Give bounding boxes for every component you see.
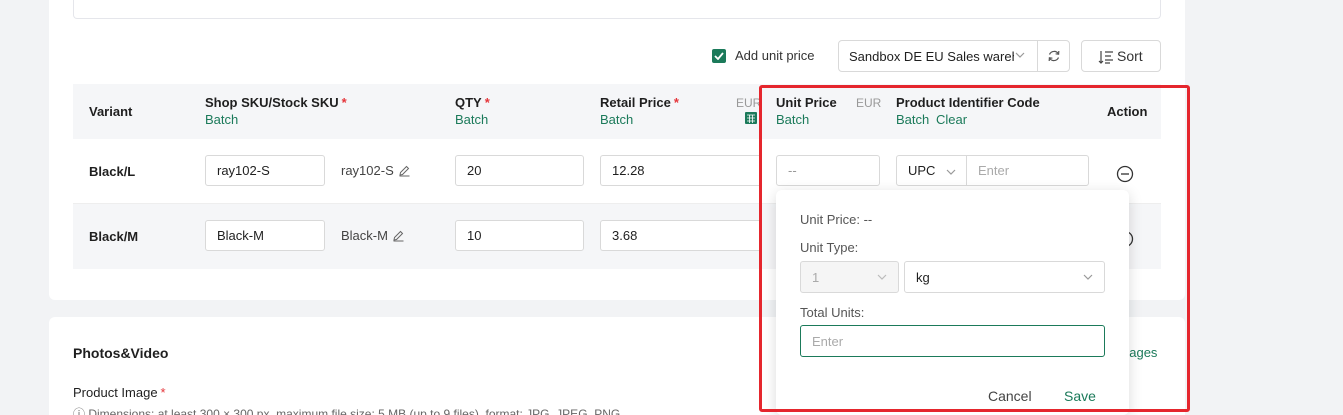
add-unit-price-label: Add unit price	[735, 48, 815, 63]
sort-button[interactable]: Sort	[1081, 40, 1161, 72]
batch-sku-link[interactable]: Batch	[205, 112, 238, 127]
sort-icon	[1098, 51, 1113, 64]
retail-currency: EUR	[736, 96, 762, 110]
unit-type-qty-select: 1	[800, 261, 899, 293]
clear-identifier-link[interactable]: Clear	[936, 112, 967, 127]
header-retail-price: Retail Price *	[600, 95, 679, 110]
product-image-label: Product Image *	[73, 385, 166, 400]
variant-cell: Black/L	[89, 164, 136, 179]
unit-currency: EUR	[856, 96, 882, 110]
unit-type-qty-value: 1	[812, 270, 820, 285]
qty-input[interactable]: 10	[455, 220, 584, 251]
warehouse-select[interactable]: Sandbox DE EU Sales warehouse	[838, 40, 1038, 72]
warehouse-value: Sandbox DE EU Sales warehouse	[849, 49, 1014, 64]
unit-type-unit-select[interactable]: kg	[904, 261, 1105, 293]
header-sku: Shop SKU/Stock SKU *	[205, 95, 347, 110]
unit-price-input[interactable]: --	[776, 155, 880, 186]
header-qty: QTY *	[455, 95, 490, 110]
unit-type-label: Unit Type:	[800, 240, 859, 255]
chevron-down-icon	[877, 274, 887, 280]
stock-sku: ray102-S	[341, 163, 411, 178]
shop-sku-input[interactable]: ray102-S	[205, 155, 325, 186]
batch-retail-price-link[interactable]: Batch	[600, 112, 633, 127]
total-units-label: Total Units:	[800, 305, 865, 320]
identifier-code-input[interactable]: Enter	[966, 155, 1089, 186]
sort-label: Sort	[1117, 48, 1143, 64]
chevron-down-icon	[1015, 52, 1025, 58]
unit-price-popover: Unit Price: -- Unit Type: 1 kg Total Uni…	[776, 190, 1129, 415]
batch-unit-price-link[interactable]: Batch	[776, 112, 809, 127]
refresh-button[interactable]	[1037, 40, 1070, 72]
identifier-type-value: UPC	[908, 163, 936, 178]
header-variant: Variant	[89, 104, 133, 119]
unit-price-readout: Unit Price: --	[800, 212, 873, 227]
photos-title: Photos&Video	[73, 345, 169, 361]
batch-qty-link[interactable]: Batch	[455, 112, 488, 127]
calculator-icon[interactable]	[744, 111, 758, 125]
total-units-input[interactable]: Enter	[800, 325, 1105, 357]
table-header: Variant Shop SKU/Stock SKU * Batch QTY * B…	[73, 84, 1161, 139]
save-button[interactable]: Save	[1064, 388, 1096, 404]
retail-price-input[interactable]: 12.28	[600, 155, 760, 186]
variant-cell: Black/M	[89, 229, 139, 244]
unit-type-unit-value: kg	[916, 270, 930, 285]
identifier-type-select[interactable]: UPC	[896, 155, 967, 186]
qty-input[interactable]: 20	[455, 155, 584, 186]
remove-row-icon[interactable]	[1116, 165, 1134, 183]
edit-icon[interactable]	[392, 229, 405, 242]
batch-identifier-link[interactable]: Batch	[896, 112, 929, 127]
header-unit-price: Unit Price	[776, 95, 837, 110]
edit-icon[interactable]	[398, 164, 411, 177]
chevron-down-icon	[1083, 274, 1093, 280]
cancel-button[interactable]: Cancel	[988, 388, 1032, 404]
dimensions-note: ⓘ Dimensions: at least 300 × 300 px, max…	[73, 407, 621, 415]
header-action: Action	[1107, 104, 1148, 119]
stock-sku: Black-M	[341, 228, 405, 243]
retail-price-input[interactable]: 3.68	[600, 220, 760, 251]
refresh-icon	[1048, 50, 1060, 62]
previous-section-box	[73, 0, 1161, 19]
check-icon	[714, 52, 724, 60]
header-identifier: Product Identifier Code	[896, 95, 1040, 110]
chevron-down-icon	[946, 169, 956, 175]
add-unit-price-checkbox[interactable]	[712, 49, 726, 63]
shop-sku-input[interactable]: Black-M	[205, 220, 325, 251]
